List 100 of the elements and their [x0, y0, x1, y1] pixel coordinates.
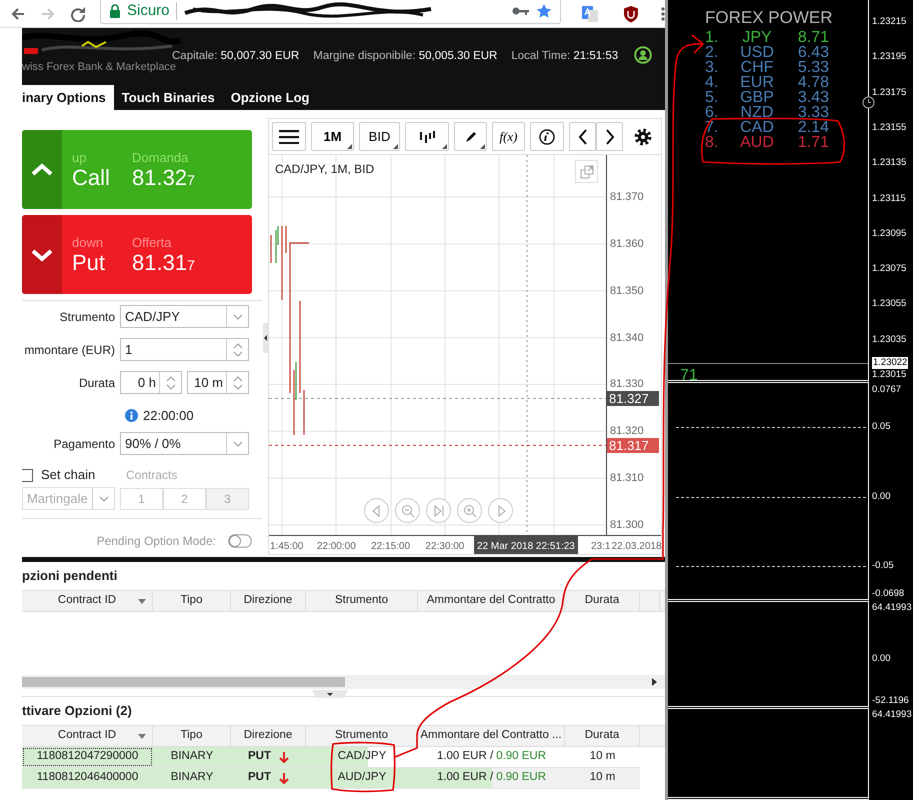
axis-label: 1:45:00	[270, 540, 304, 554]
axis-label: 1.23175	[872, 86, 906, 99]
column-header[interactable]: Direzione	[231, 591, 306, 611]
scrollbar-thumb[interactable]	[22, 677, 345, 687]
caret-icon	[98, 496, 108, 502]
amount-text: 1.00 EUR /	[436, 749, 494, 764]
table-cell-text: 10 m	[588, 749, 616, 764]
table-row[interactable]: 1180812046400000 BINARY PUT AUD/JPY 1.00 EUR / 0.90 EUR 10 m	[22, 768, 640, 789]
axis-label: 1.23115	[872, 192, 906, 204]
strength-value: 8.71	[796, 30, 829, 45]
column-header[interactable]: Direzione	[231, 726, 306, 746]
strength-value: 4.78	[796, 75, 829, 90]
column-header[interactable]: Durata	[565, 726, 640, 746]
expiry-time: 22:00:00	[143, 406, 194, 425]
column-header[interactable]: Durata	[565, 591, 640, 611]
sort-icon[interactable]	[138, 734, 146, 739]
table-cell: 1180812047290000	[22, 747, 153, 767]
tab[interactable]: inary Options	[22, 85, 114, 110]
clock-icon	[862, 96, 875, 109]
more-icon[interactable]	[661, 6, 665, 22]
table-row[interactable]: 1180812047290000 BINARY PUT CAD/JPY 1.00 EUR / 0.90 EUR 10 m	[22, 747, 640, 768]
column-header[interactable]: Tipo	[153, 591, 231, 611]
column-header[interactable]: Ammontare del Contratto	[418, 591, 565, 611]
bars-icon	[419, 130, 435, 142]
checkbox[interactable]	[22, 468, 33, 482]
rank-number: 1.	[705, 30, 720, 45]
axis-label: 1.23095	[872, 228, 906, 240]
key-icon[interactable]	[512, 6, 530, 16]
direction-label: PUT	[248, 770, 271, 786]
chart-legend: CAD/JPY, 1M, BID	[275, 160, 374, 178]
minutes-field[interactable]: 10 m	[187, 371, 249, 394]
column-header[interactable]: Strumento	[306, 591, 418, 611]
chart-type-button[interactable]	[405, 122, 449, 151]
panel-title: FOREX POWER	[705, 8, 833, 28]
rank-number: 4.	[705, 75, 720, 90]
gear-icon	[634, 128, 652, 146]
column-header[interactable]: Contract ID	[22, 591, 153, 611]
axis-label: -0.05	[872, 560, 894, 572]
spinner-icon	[166, 374, 176, 390]
currency-code: JPY	[742, 30, 772, 45]
reload-icon[interactable]	[70, 6, 86, 22]
star-icon[interactable]	[536, 3, 552, 19]
axis-label: 22:15:00	[371, 540, 410, 554]
field-label: mmontare (EUR)	[23, 342, 115, 358]
instrument-dropdown[interactable]: CAD/JPY	[120, 305, 249, 328]
column-header[interactable]: Tipo	[153, 726, 231, 746]
axis-label: -52.1196	[872, 695, 909, 707]
sort-icon[interactable]	[138, 599, 146, 604]
tab[interactable]: Touch Binaries	[114, 85, 223, 110]
put-button[interactable]: down Put Offerta 81.317	[22, 215, 252, 294]
toggle-switch[interactable]	[228, 534, 252, 548]
currency-code: USD	[739, 45, 775, 60]
column-header[interactable]: Strumento	[306, 726, 418, 746]
zoom-out-icon	[400, 502, 416, 518]
user-icon[interactable]	[634, 46, 652, 64]
axis-label: 1.23155	[872, 122, 906, 134]
strength-value: 5.33	[796, 60, 829, 75]
currency-code: CHF	[740, 60, 774, 75]
drawing-button[interactable]	[454, 122, 487, 151]
tab[interactable]: Opzione Log	[222, 85, 318, 110]
price-type-button[interactable]: BID	[359, 122, 400, 151]
axis-label: 1.23135	[872, 157, 906, 170]
strength-value: 6.43	[796, 45, 829, 60]
payout-dropdown[interactable]: 90% / 0%	[120, 432, 249, 455]
translate-icon[interactable]	[581, 4, 599, 22]
collapse-handle-icon[interactable]	[312, 690, 348, 698]
pencil-icon	[464, 130, 476, 142]
strength-value: 1.71	[796, 135, 829, 150]
shield-icon[interactable]	[623, 4, 639, 22]
timeframe-button[interactable]: 1M	[311, 122, 354, 151]
next-button[interactable]	[596, 122, 623, 151]
price-marker: 81.327	[607, 391, 659, 406]
amount-field[interactable]: 1	[120, 338, 249, 361]
axis-label: 81.360	[610, 238, 644, 250]
table-cell-text: 1180812046400000	[36, 770, 140, 786]
menu-button[interactable]	[272, 122, 306, 151]
table-cell-text: CAD/JPY	[336, 749, 388, 764]
payout-text: 0.90 EUR	[496, 749, 546, 764]
rank-number: 8.	[705, 135, 720, 150]
axis-label: 1.23215	[872, 16, 906, 28]
axis-label: 81.340	[610, 332, 644, 344]
address-bar[interactable]: Sicuro	[100, 0, 561, 24]
expand-icon	[580, 164, 594, 178]
function-button[interactable]: f(x)	[492, 122, 525, 151]
info-button[interactable]	[530, 122, 564, 151]
axis-label: 22:30:00	[425, 540, 464, 554]
hours-field[interactable]: 0 h	[120, 371, 182, 394]
pending-mode-label: Pending Option Mode:	[96, 532, 216, 550]
column-header[interactable]: Contract ID	[22, 726, 153, 746]
column-header[interactable]: Ammontare del Contratto ...	[418, 726, 565, 746]
axis-label: 1.23195	[872, 51, 906, 64]
field-label: Pagamento	[52, 436, 115, 452]
zoom-in-icon	[462, 502, 478, 518]
horizontal-scrollbar[interactable]	[22, 675, 665, 689]
rank-number: 3.	[705, 60, 720, 75]
cursor-time-label: 22 Mar 2018 22:51:23	[474, 536, 578, 554]
previous-button[interactable]	[569, 122, 596, 151]
strength-value: 2.14	[796, 120, 829, 135]
scroll-right-icon[interactable]	[652, 678, 657, 686]
back-icon[interactable]	[10, 6, 26, 22]
